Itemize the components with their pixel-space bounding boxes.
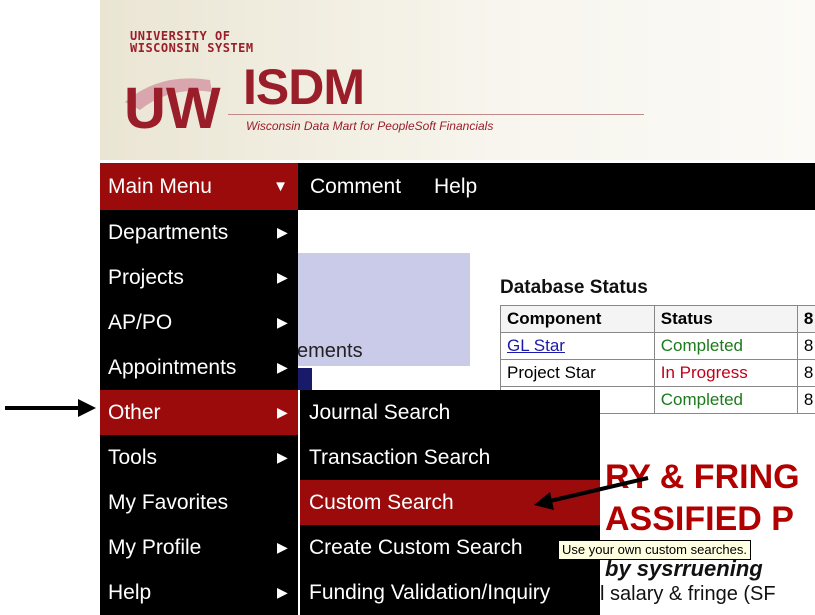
menu-item-tools[interactable]: Tools ▶ [100, 435, 298, 480]
status-cell: Completed [653, 386, 798, 414]
logo-name: ISDM [243, 59, 365, 115]
menu-item-help[interactable]: Help ▶ [100, 570, 298, 615]
menu-item-label: My Profile [108, 536, 202, 559]
logo-university-text: UNIVERSITY OF WISCONSIN SYSTEM [130, 30, 254, 54]
announcements-label: ements [297, 340, 363, 362]
menu-item-my-profile[interactable]: My Profile ▶ [100, 525, 298, 570]
table-cell: 8 [796, 359, 815, 387]
tooltip: Use your own custom searches. [558, 540, 751, 560]
menu-item-label: Projects [108, 266, 184, 289]
submenu-funding-validation[interactable]: Funding Validation/Inquiry [300, 570, 600, 615]
main-menu-button[interactable]: Main Menu ▼ [100, 163, 298, 210]
triangle-right-icon: ▶ [277, 359, 288, 375]
menu-item-projects[interactable]: Projects ▶ [100, 255, 298, 300]
submenu-custom-search[interactable]: Custom Search [300, 480, 600, 525]
menu-item-other[interactable]: Other ▶ [100, 390, 298, 435]
menu-item-label: Appointments [108, 356, 237, 379]
logo-line2: WISCONSIN SYSTEM [130, 41, 254, 55]
table-row: GL Star Completed 8 [500, 332, 815, 360]
menu-item-appointments[interactable]: Appointments ▶ [100, 345, 298, 390]
menu-item-label: Departments [108, 221, 229, 244]
component-cell: Project Star [500, 359, 655, 387]
submenu-create-custom-search[interactable]: Create Custom Search [300, 525, 600, 570]
menu-item-label: My Favorites [108, 491, 229, 514]
triangle-right-icon: ▶ [277, 224, 288, 240]
menu-item-label: AP/PO [108, 311, 173, 334]
database-status-title: Database Status [500, 277, 648, 298]
table-header-row: Component Status 8 [500, 305, 815, 333]
menu-item-my-favorites[interactable]: My Favorites [100, 480, 298, 525]
logo-tagline: Wisconsin Data Mart for PeopleSoft Finan… [246, 119, 494, 133]
headline-line2: ASSIFIED P [605, 500, 794, 538]
submenu-journal-search[interactable]: Journal Search [300, 390, 600, 435]
triangle-right-icon: ▶ [277, 584, 288, 600]
triangle-right-icon: ▶ [277, 314, 288, 330]
menu-item-label: Tools [108, 446, 158, 469]
menu-item-label: Other [108, 401, 161, 424]
triangle-right-icon: ▶ [277, 539, 288, 555]
menu-item-departments[interactable]: Departments ▶ [100, 210, 298, 255]
help-menu[interactable]: Help [434, 163, 477, 210]
triangle-right-icon: ▶ [277, 404, 288, 420]
status-cell: Completed [653, 332, 798, 360]
arrow-right-icon [5, 399, 96, 417]
status-cell: In Progress [653, 359, 798, 387]
column-header: Component [500, 305, 655, 333]
panel-marker [298, 368, 312, 390]
table-cell: 8 [796, 386, 815, 414]
logo-mark-text: UW [124, 76, 221, 132]
triangle-right-icon: ▶ [277, 449, 288, 465]
headline-line1: RY & FRING [605, 458, 800, 496]
table-cell: 8 [796, 332, 815, 360]
table-row: Project Star In Progress 8 [500, 359, 815, 387]
menu-bar: Main Menu ▼ Comment Help [100, 163, 815, 210]
menu-item-label: Help [108, 581, 152, 604]
component-link[interactable]: GL Star [500, 332, 655, 360]
uw-logo-icon: UW [124, 76, 221, 132]
logo-rule [228, 114, 644, 115]
body-text: l salary & fringe (SF [600, 583, 776, 605]
triangle-right-icon: ▶ [277, 269, 288, 285]
menu-item-appo[interactable]: AP/PO ▶ [100, 300, 298, 345]
submenu-transaction-search[interactable]: Transaction Search [300, 435, 600, 480]
column-header: 8 [796, 305, 815, 333]
comment-menu[interactable]: Comment [310, 163, 401, 210]
triangle-down-icon: ▼ [273, 178, 288, 195]
main-menu-label: Main Menu [108, 175, 212, 198]
column-header: Status [653, 305, 798, 333]
